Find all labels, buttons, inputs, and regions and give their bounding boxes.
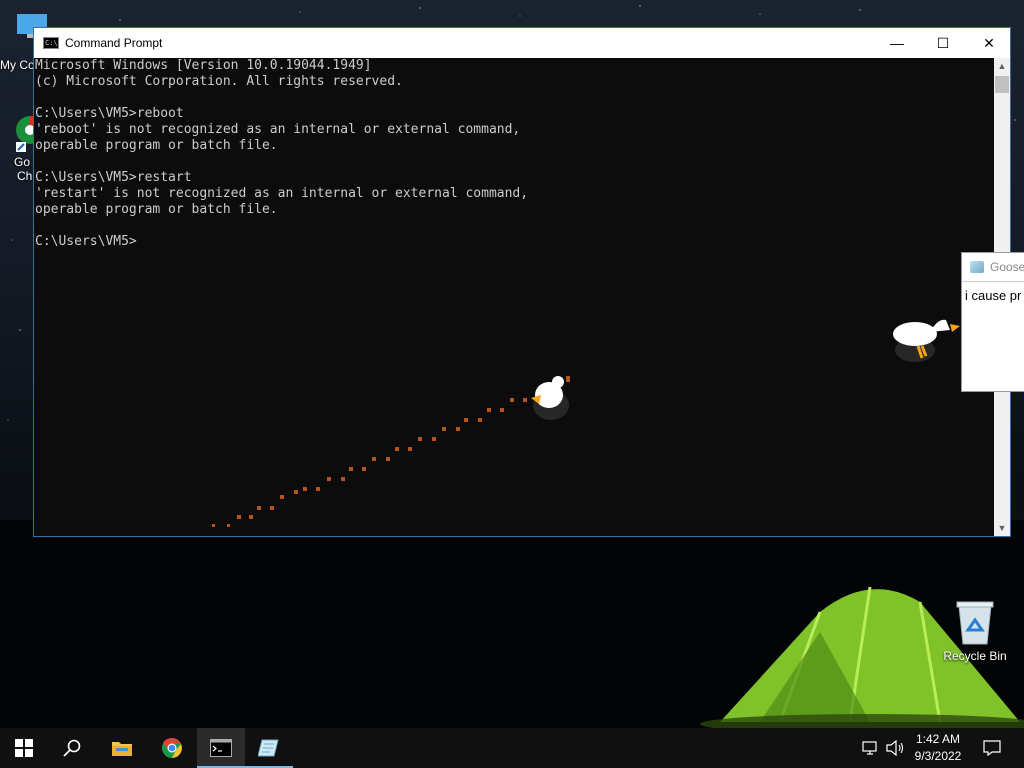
goose-window-text[interactable]: i cause pr	[962, 281, 1024, 309]
file-explorer-button[interactable]	[98, 728, 146, 768]
notepad-icon	[970, 261, 984, 273]
search-button[interactable]	[48, 728, 96, 768]
chrome-icon	[162, 737, 182, 758]
goose-sprite-2	[893, 319, 960, 362]
volume-tray-button[interactable]	[884, 728, 906, 768]
search-icon	[63, 739, 81, 757]
goose-footprints	[212, 376, 570, 527]
goose-window-titlebar[interactable]: Goose	[962, 253, 1024, 281]
network-icon	[862, 741, 877, 755]
goose-notepad-window[interactable]: Goose i cause pr	[961, 252, 1024, 392]
notification-icon	[983, 740, 1001, 756]
cmd-icon	[210, 739, 232, 757]
taskbar: 1:42 AM 9/3/2022	[0, 728, 1024, 768]
action-center-button[interactable]	[978, 728, 1006, 768]
notepad-button[interactable]	[245, 728, 293, 768]
clock-date: 9/3/2022	[914, 749, 962, 763]
goose-overlay	[212, 319, 960, 527]
start-button[interactable]	[0, 728, 48, 768]
goose-window-title: Goose	[990, 260, 1024, 274]
speaker-icon	[886, 740, 904, 756]
windows-logo-icon	[15, 739, 33, 757]
network-tray-button[interactable]	[860, 728, 882, 768]
chrome-button[interactable]	[148, 728, 196, 768]
system-clock[interactable]: 1:42 AM 9/3/2022	[906, 731, 970, 765]
folder-icon	[112, 742, 132, 756]
notepad-icon	[258, 739, 279, 757]
clock-time: 1:42 AM	[915, 732, 961, 746]
cmd-button[interactable]	[197, 728, 245, 768]
goose-sprite-1	[531, 376, 569, 420]
